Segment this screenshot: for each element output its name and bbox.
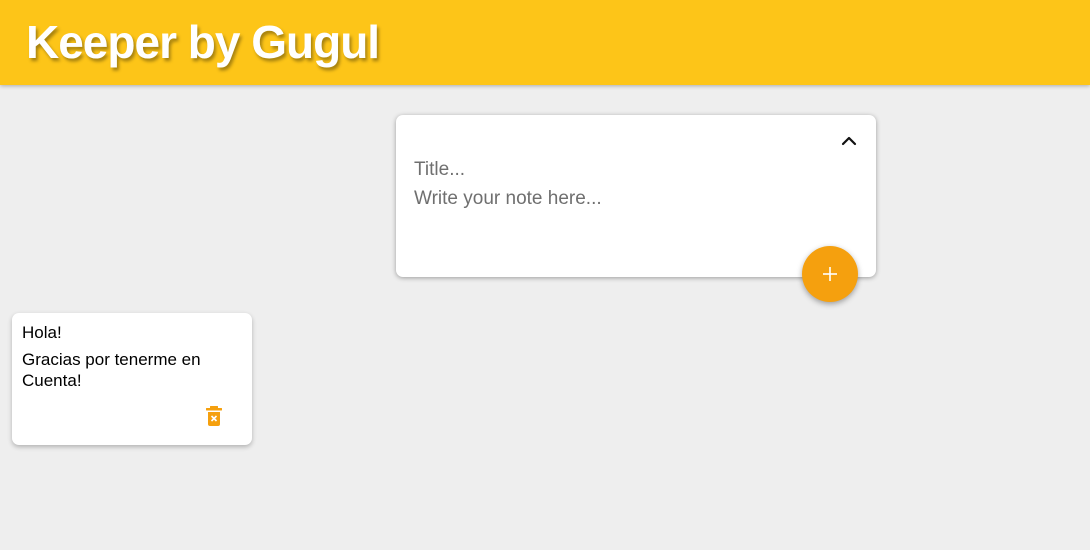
- note-card: Hola! Gracias por tenerme en Cuenta!: [12, 313, 252, 445]
- note-content: Gracias por tenerme en Cuenta!: [22, 350, 201, 390]
- note-title-input[interactable]: [414, 157, 854, 183]
- note-title: Hola!: [22, 323, 62, 342]
- note-content-input[interactable]: [414, 188, 854, 214]
- app-header: Keeper by Gugul: [0, 0, 1090, 85]
- plus-icon: [823, 267, 837, 281]
- delete-note-button[interactable]: [204, 405, 224, 427]
- chevron-up-icon[interactable]: [840, 133, 858, 149]
- create-note-form: [396, 115, 876, 277]
- trash-icon: [206, 406, 222, 426]
- app-title: Keeper by Gugul: [26, 16, 380, 68]
- add-note-button[interactable]: [802, 246, 858, 302]
